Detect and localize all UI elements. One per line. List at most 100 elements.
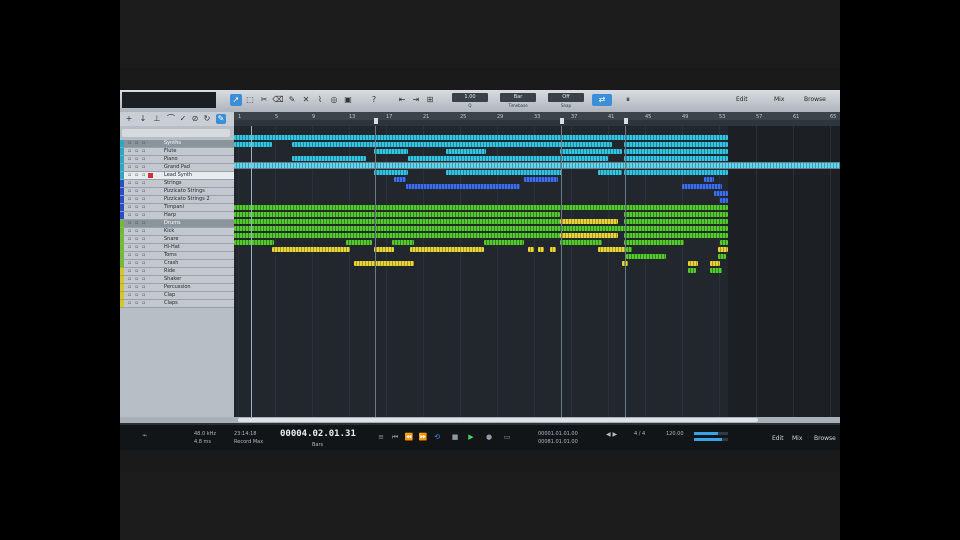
event-clip[interactable] xyxy=(624,142,728,147)
track-lane[interactable] xyxy=(234,211,840,218)
loop-icon[interactable]: ⟲ xyxy=(432,433,442,442)
track-header[interactable]: ▫ ▫ ▫ Percussion xyxy=(120,284,234,292)
track-controls[interactable]: ▫ ▫ ▫ xyxy=(128,228,146,235)
event-clip[interactable] xyxy=(720,198,728,203)
track-lane[interactable] xyxy=(234,141,840,148)
track-header[interactable]: ▫ ▫ ▫ Kick xyxy=(120,228,234,236)
track-lane[interactable] xyxy=(234,218,840,225)
event-clip[interactable] xyxy=(446,149,486,154)
play-icon[interactable]: ▶ xyxy=(466,433,476,442)
event-clip[interactable] xyxy=(374,149,408,154)
event-clip[interactable] xyxy=(392,240,414,245)
transport-browse-link[interactable]: Browse xyxy=(814,435,836,442)
track-lane[interactable] xyxy=(234,148,840,155)
track-lane[interactable] xyxy=(234,169,840,176)
record-arm-icon[interactable] xyxy=(148,173,153,178)
event-clip[interactable] xyxy=(624,233,728,238)
marker-flag[interactable] xyxy=(374,118,378,124)
record-icon[interactable]: ● xyxy=(484,433,494,442)
event-clip[interactable] xyxy=(550,247,556,252)
event-clip[interactable] xyxy=(560,233,618,238)
track-controls[interactable]: ▫ ▫ ▫ xyxy=(128,220,146,227)
tempo-display[interactable]: 120.00 xyxy=(666,431,684,437)
event-clip[interactable] xyxy=(234,212,560,217)
add-track-icon[interactable]: + xyxy=(124,114,134,124)
link-icon[interactable]: ⊘ xyxy=(190,114,200,124)
track-header[interactable]: ▫ ▫ ▫ Timpani xyxy=(120,204,234,212)
split-tool-icon[interactable]: ✂ xyxy=(258,94,270,106)
event-clip[interactable] xyxy=(484,240,524,245)
track-controls[interactable]: ▫ ▫ ▫ xyxy=(128,276,146,283)
track-header[interactable]: ▫ ▫ ▫ Shaker xyxy=(120,276,234,284)
event-clip[interactable] xyxy=(538,247,544,252)
event-clip[interactable] xyxy=(624,212,728,217)
position-display[interactable]: 00004.02.01.31 xyxy=(280,429,356,439)
event-clip[interactable] xyxy=(624,149,728,154)
event-clip[interactable] xyxy=(234,240,274,245)
event-clip[interactable] xyxy=(718,247,728,252)
arrange-view[interactable]: 1 5 9 13 17 21 25 29 33 37 41 45 49 53 57 61 65 xyxy=(234,112,840,417)
event-clip[interactable] xyxy=(292,156,366,161)
range-tool-icon[interactable]: ⬚ xyxy=(244,94,256,106)
track-header[interactable]: ▫ ▫ ▫ Strings xyxy=(120,180,234,188)
event-clip[interactable] xyxy=(272,247,350,252)
event-clip[interactable] xyxy=(598,170,622,175)
event-clip[interactable] xyxy=(292,142,612,147)
rewind-start-icon[interactable]: ⏮ xyxy=(390,433,400,442)
arrow-tool-icon[interactable]: ➚ xyxy=(230,94,242,106)
more-tool-icon[interactable]: ▣ xyxy=(342,94,354,106)
pencil-icon[interactable]: ✎ xyxy=(216,114,226,124)
track-lane[interactable] xyxy=(234,274,840,281)
rewind-icon[interactable]: ⏪ xyxy=(404,433,414,442)
listen-tool-icon[interactable]: ◎ xyxy=(328,94,340,106)
event-clip[interactable] xyxy=(374,170,408,175)
autoscroll-icon[interactable]: ⇄ xyxy=(592,94,612,106)
track-header[interactable]: ▫ ▫ ▫ Snare xyxy=(120,236,234,244)
toolbar-mix-link[interactable]: Mix xyxy=(774,96,784,103)
transport-edit-link[interactable]: Edit xyxy=(772,435,784,442)
event-clip[interactable] xyxy=(406,184,520,189)
track-controls[interactable]: ▫ ▫ ▫ xyxy=(128,252,146,259)
track-lane[interactable] xyxy=(234,176,840,183)
quantize-icon[interactable]: ⊞ xyxy=(424,94,436,106)
track-search-field[interactable] xyxy=(122,129,230,137)
timeline-ruler[interactable]: 1 5 9 13 17 21 25 29 33 37 41 45 49 53 57 61 65 xyxy=(234,112,840,126)
event-clip[interactable] xyxy=(394,177,406,182)
event-clip[interactable] xyxy=(410,247,484,252)
event-clip[interactable] xyxy=(714,191,728,196)
loop-record-icon[interactable]: ↻ xyxy=(202,114,212,124)
track-lane[interactable] xyxy=(234,260,840,267)
event-clip[interactable] xyxy=(704,177,714,182)
mute-tool-icon[interactable]: ✕ xyxy=(300,94,312,106)
toolbar-browse-link[interactable]: Browse xyxy=(804,96,826,103)
event-clip[interactable] xyxy=(234,163,840,168)
track-header[interactable]: ▫ ▫ ▫ Claps xyxy=(120,300,234,308)
track-header[interactable]: ▫ ▫ ▫ Pizzicato Strings xyxy=(120,188,234,196)
track-controls[interactable]: ▫ ▫ ▫ xyxy=(128,204,146,211)
track-lane[interactable] xyxy=(234,267,840,274)
event-clip[interactable] xyxy=(626,247,632,252)
eraser-tool-icon[interactable]: ⌫ xyxy=(272,94,284,106)
event-clip[interactable] xyxy=(234,205,728,210)
track-lane[interactable] xyxy=(234,190,840,197)
folder-track[interactable]: ▫ ▫ ▫ Drums xyxy=(120,220,234,228)
event-clip[interactable] xyxy=(354,261,414,266)
track-controls[interactable]: ▫ ▫ ▫ xyxy=(128,284,146,291)
track-header[interactable]: ▫ ▫ ▫ Harp xyxy=(120,212,234,220)
track-lane[interactable] xyxy=(234,239,840,246)
event-clip[interactable] xyxy=(346,240,372,245)
event-clip[interactable] xyxy=(234,142,272,147)
event-clip[interactable] xyxy=(688,261,698,266)
track-header[interactable]: ▫ ▫ ▫ Hi-Hat xyxy=(120,244,234,252)
scrollbar-thumb[interactable] xyxy=(238,418,758,422)
track-lane[interactable] xyxy=(234,134,840,141)
event-clip[interactable] xyxy=(626,254,666,259)
track-controls[interactable]: ▫ ▫ ▫ xyxy=(128,260,146,267)
event-clip[interactable] xyxy=(234,226,728,231)
track-lane[interactable] xyxy=(234,183,840,190)
horizontal-scrollbar[interactable] xyxy=(120,417,840,423)
track-header[interactable]: ▫ ▫ ▫ Clap xyxy=(120,292,234,300)
help-icon[interactable]: ? xyxy=(368,94,380,106)
event-clip[interactable] xyxy=(682,184,722,189)
marker-flag[interactable] xyxy=(560,118,564,124)
